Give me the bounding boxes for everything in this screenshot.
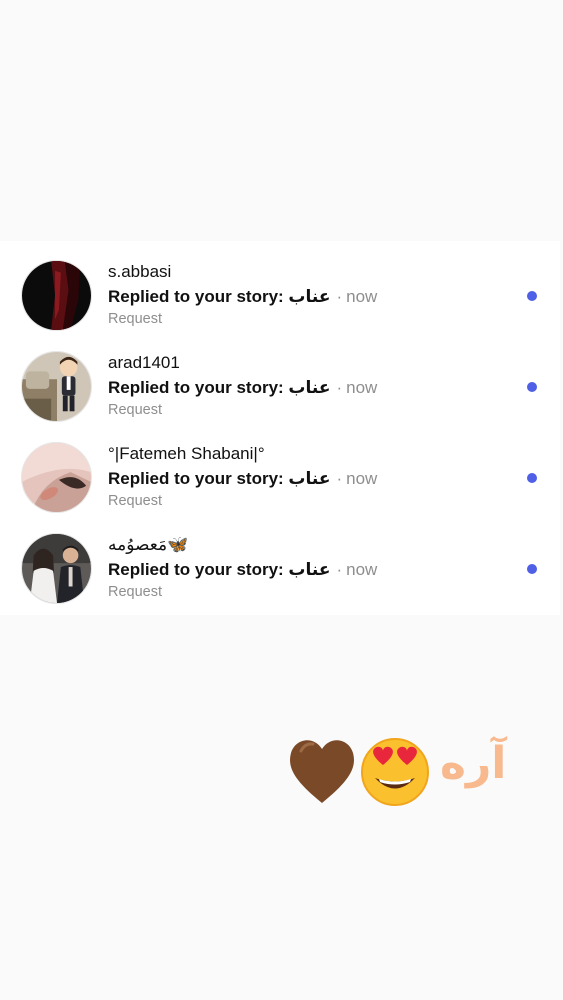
separator: · — [336, 378, 343, 397]
heart-eyes-face-icon — [361, 738, 429, 806]
avatar-image — [22, 352, 91, 421]
request-label: Request — [108, 493, 163, 509]
message-text: Replied to your story: عناب — [108, 378, 331, 397]
timestamp: now — [346, 469, 378, 488]
avatar[interactable] — [21, 533, 92, 604]
unread-indicator — [527, 564, 537, 574]
message-text: Replied to your story: عناب — [108, 469, 331, 488]
separator: · — [336, 560, 343, 579]
message-text: Replied to your story: عناب — [108, 560, 331, 579]
message-requests-list: s.abbasi Replied to your story: عناب · now… — [0, 241, 560, 615]
separator: · — [336, 469, 343, 488]
username: arad1401 — [108, 353, 180, 372]
sticker-text: آره — [440, 738, 507, 789]
avatar[interactable] — [21, 351, 92, 422]
avatar[interactable] — [21, 442, 92, 513]
message-preview: Replied to your story: عناب · now — [108, 287, 377, 307]
avatar-image — [22, 534, 91, 603]
message-preview: Replied to your story: عناب · now — [108, 560, 377, 580]
request-label: Request — [108, 402, 163, 418]
separator: · — [336, 287, 343, 306]
username: °|Fatemeh Shabani|° — [108, 444, 265, 463]
unread-indicator — [527, 291, 537, 301]
avatar[interactable] — [21, 260, 92, 331]
username: s.abbasi — [108, 262, 172, 281]
unread-indicator — [527, 473, 537, 483]
timestamp: now — [346, 287, 378, 306]
message-preview: Replied to your story: عناب · now — [108, 378, 377, 398]
username: مَعصوُمه🦋 — [108, 535, 189, 554]
avatar-image — [22, 443, 91, 512]
request-label: Request — [108, 584, 163, 600]
avatar-image — [22, 261, 91, 330]
message-preview: Replied to your story: عناب · now — [108, 469, 377, 489]
timestamp: now — [346, 378, 378, 397]
request-row[interactable]: arad1401 Replied to your story: عناب · now… — [0, 332, 560, 423]
brown-heart-icon — [290, 740, 354, 803]
request-row[interactable]: s.abbasi Replied to your story: عناب · now… — [0, 241, 560, 332]
request-row[interactable]: مَعصوُمه🦋 Replied to your story: عناب · no… — [0, 514, 560, 605]
timestamp: now — [346, 560, 378, 579]
request-row[interactable]: °|Fatemeh Shabani|° Replied to your stor… — [0, 423, 560, 514]
request-label: Request — [108, 311, 163, 327]
message-text: Replied to your story: عناب — [108, 287, 331, 306]
story-replies-screen: s.abbasi Replied to your story: عناب · now… — [0, 0, 563, 1000]
unread-indicator — [527, 382, 537, 392]
